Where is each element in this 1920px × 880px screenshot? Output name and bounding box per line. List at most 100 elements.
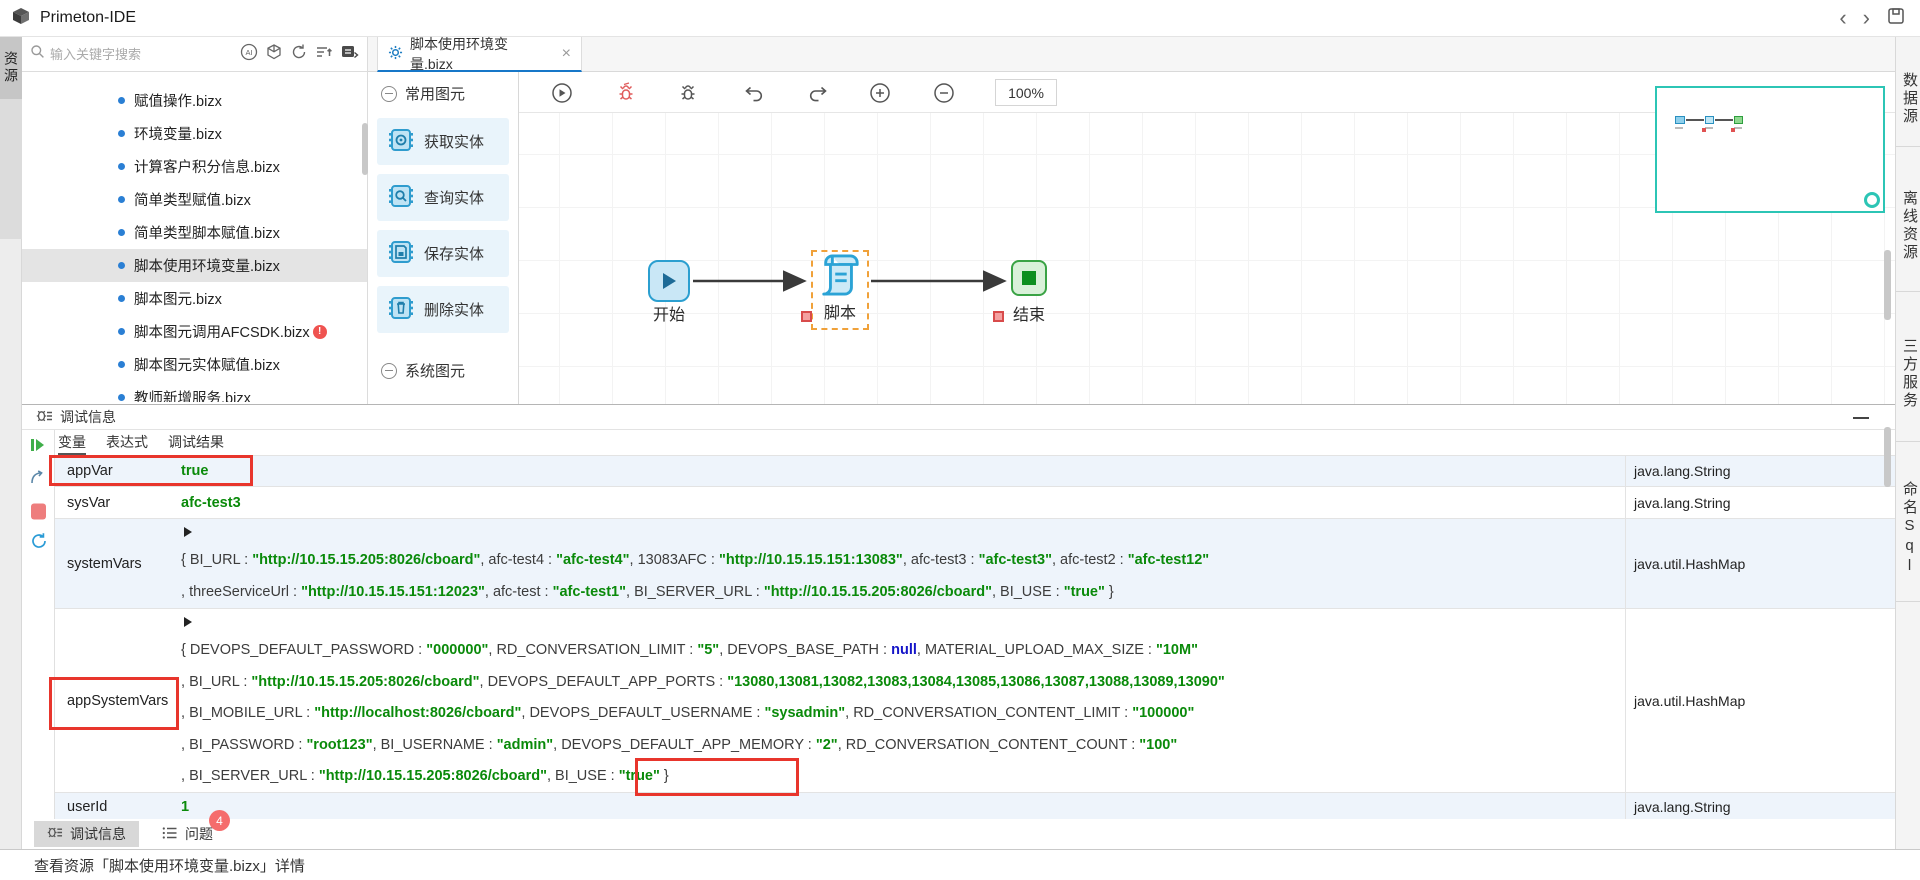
collapse-minus-icon [381,86,397,102]
zoom-level[interactable]: 100% [995,79,1057,106]
problems-icon [162,825,178,844]
left-rail-track [0,99,22,239]
stop-icon[interactable] [30,502,47,526]
problems-count-badge: 4 [209,810,230,831]
bottom-tab-调试信息[interactable]: 调试信息 [34,821,139,847]
canvas-scrollbar[interactable] [1884,250,1891,320]
debug-info-icon [47,825,63,843]
chip-query-entity-icon [388,183,414,213]
bottom-tab-问题[interactable]: 问题4 [149,821,226,847]
status-text: 查看资源「脚本使用环境变量.bizx」详情 [34,855,305,876]
minimap-label-mark [1705,127,1713,129]
breakpoint-marker[interactable] [993,311,1004,322]
explorer-toolbar: AI [240,43,359,66]
sort-icon[interactable] [315,43,333,66]
sidebar-tab-resources[interactable]: 资源 [0,37,22,99]
node-end[interactable] [1011,260,1047,296]
expand-triangle-icon[interactable] [184,527,192,537]
new-resource-icon[interactable] [265,43,283,66]
redo-icon[interactable] [806,81,830,105]
tree-item[interactable]: 计算客户积分信息.bizx [22,150,367,183]
minimap-resize-handle[interactable] [1864,192,1880,208]
palette-section-header[interactable]: 常用图元 [368,72,518,113]
right-rail-tab[interactable]: 离线资源 [1896,147,1920,292]
variables-table: appVartruejava.lang.StringsysVarafc-test… [55,455,1895,821]
variable-row[interactable]: systemVars{ BI_URL : "http://10.15.15.20… [55,519,1895,609]
variable-value: 1 [181,793,1625,820]
file-bullet-icon [118,328,125,335]
node-script-label: 脚本 [824,299,856,323]
variable-row[interactable]: appVartruejava.lang.String [55,456,1895,487]
variable-value: { BI_URL : "http://10.15.15.205:8026/cbo… [181,519,1625,608]
history-forward-icon[interactable]: › [1863,7,1870,29]
tree-item-label: 简单类型脚本赋值.bizx [134,222,280,243]
palette-item[interactable]: 删除实体 [377,286,509,333]
minimize-icon[interactable] [1853,417,1869,419]
tree-item[interactable]: 赋值操作.bizx [22,84,367,117]
tree-item[interactable]: 脚本使用环境变量.bizx [22,249,367,282]
undo-icon[interactable] [742,81,766,105]
run-debug-icon[interactable] [550,81,574,105]
variable-row[interactable]: appSystemVars{ DEVOPS_DEFAULT_PASSWORD :… [55,609,1895,793]
variable-name: sysVar [55,487,181,518]
zoom-in-icon[interactable] [868,81,892,105]
refresh-icon[interactable] [290,43,308,66]
tree-item[interactable]: 脚本图元.bizx [22,282,367,315]
palette-section-header[interactable]: 系统图元 [368,349,518,390]
tree-item[interactable]: 脚本图元调用AFCSDK.bizx! [22,315,367,348]
debug-panel: 调试信息 变量表达式调试结果 appVartruejava.lang.Strin… [22,404,1895,819]
close-icon[interactable]: × [562,45,571,63]
palette-item[interactable]: 保存实体 [377,230,509,277]
minimap-breakpoint-dot [1731,128,1735,132]
variable-type: java.util.HashMap [1625,609,1895,792]
minimap-label-mark [1675,127,1683,129]
search-input[interactable] [50,47,235,62]
import-export-icon[interactable] [340,43,359,66]
variable-row[interactable]: userId1java.lang.String [55,793,1895,821]
palette-item[interactable]: 获取实体 [377,118,509,165]
debug-tab-调试结果[interactable]: 调试结果 [168,430,224,455]
right-rail-tab[interactable]: 命名Sql [1896,442,1920,602]
debug-tab-表达式[interactable]: 表达式 [106,430,148,455]
debug-icon[interactable] [676,81,700,105]
right-rail-tab[interactable]: 数据源 [1896,37,1920,147]
palette-item-label: 获取实体 [424,131,484,152]
refresh-icon[interactable] [30,532,48,555]
zoom-out-icon[interactable] [932,81,956,105]
debug-scrollbar[interactable] [1884,427,1891,487]
chip-delete-entity-icon [388,295,414,325]
tree-item-label: 脚本图元.bizx [134,288,222,309]
bottom-tab-label: 问题 [185,824,213,844]
resume-icon[interactable] [30,437,45,458]
palette-item[interactable]: 查询实体 [377,174,509,221]
tree-item-label: 脚本使用环境变量.bizx [134,255,280,276]
ai-assistant-icon[interactable]: AI [240,43,258,66]
variable-type: java.lang.String [1625,456,1895,486]
skip-breakpoints-icon[interactable] [614,81,638,105]
node-script[interactable]: 脚本 [811,250,869,330]
history-back-icon[interactable]: ‹ [1839,7,1846,29]
save-icon[interactable] [1886,6,1906,31]
statusbar: 查看资源「脚本使用环境变量.bizx」详情 [0,849,1920,880]
editor-tabbar: 脚本使用环境变量.bizx × [368,37,1920,72]
tree-item[interactable]: 教师新增服务.bizx [22,381,367,402]
palette-item-label: 删除实体 [424,299,484,320]
tree-item[interactable]: 环境变量.bizx [22,117,367,150]
minimap[interactable] [1655,86,1885,213]
tree-item[interactable]: 简单类型赋值.bizx [22,183,367,216]
file-bullet-icon [118,262,125,269]
debug-tab-变量[interactable]: 变量 [58,430,86,455]
bottom-tab-label: 调试信息 [70,824,126,844]
node-start[interactable] [648,260,690,302]
variable-row[interactable]: sysVarafc-test3java.lang.String [55,487,1895,519]
step-return-icon[interactable] [30,470,47,490]
breakpoint-marker[interactable] [801,311,812,322]
collapse-minus-icon [381,363,397,379]
tree-item-label: 脚本图元实体赋值.bizx [134,354,280,375]
tree-item[interactable]: 简单类型脚本赋值.bizx [22,216,367,249]
editor-tab[interactable]: 脚本使用环境变量.bizx × [377,37,582,72]
expand-triangle-icon[interactable] [184,617,192,627]
tree-item[interactable]: 脚本图元实体赋值.bizx [22,348,367,381]
file-bullet-icon [118,130,125,137]
right-rail-tab[interactable]: 三方服务 [1896,292,1920,442]
